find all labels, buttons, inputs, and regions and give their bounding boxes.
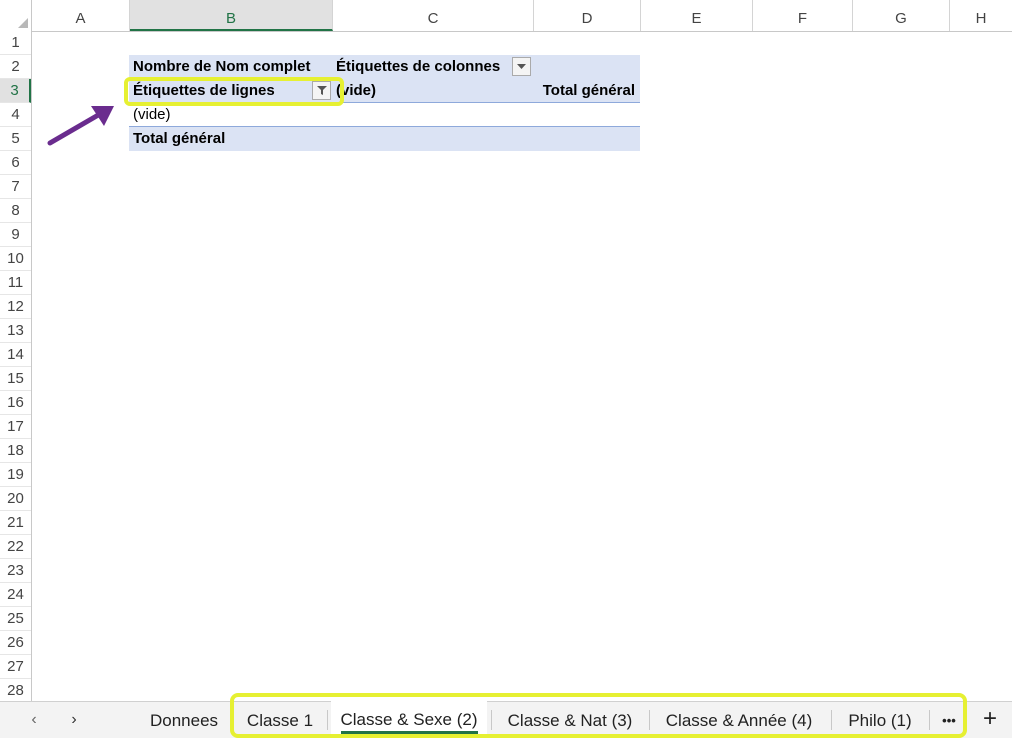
annotation-highlight-sheet-tabs — [230, 693, 967, 738]
row-header[interactable]: 28 — [0, 679, 31, 703]
row-header[interactable]: 17 — [0, 415, 31, 439]
row-header[interactable]: 5 — [0, 127, 31, 151]
row-header[interactable]: 27 — [0, 655, 31, 679]
column-header-e[interactable]: E — [641, 0, 753, 31]
row-header[interactable]: 20 — [0, 487, 31, 511]
pivot-header-row: Nombre de Nom complet Étiquettes de colo… — [129, 55, 640, 79]
row-header[interactable]: 15 — [0, 367, 31, 391]
row-header[interactable]: 6 — [0, 151, 31, 175]
pivot-total-row-label: Total général — [133, 130, 226, 147]
sheet-tab-donnees[interactable]: Donnees — [138, 702, 230, 738]
row-header[interactable]: 19 — [0, 463, 31, 487]
row-header[interactable]: 26 — [0, 631, 31, 655]
annotation-arrow-icon — [47, 106, 114, 146]
row-header[interactable]: 22 — [0, 535, 31, 559]
column-header-bar: A B C D E F G H — [0, 0, 1012, 32]
row-header[interactable]: 18 — [0, 439, 31, 463]
row-header[interactable]: 4 — [0, 103, 31, 127]
column-header-d[interactable]: D — [534, 0, 641, 31]
row-header[interactable]: 24 — [0, 583, 31, 607]
row-header[interactable]: 8 — [0, 199, 31, 223]
column-header-h[interactable]: H — [950, 0, 1012, 31]
next-sheet-button[interactable]: › — [62, 702, 86, 738]
pivot-value-field[interactable]: Nombre de Nom complet — [133, 55, 311, 79]
select-all-corner[interactable] — [0, 0, 32, 31]
column-header-f[interactable]: F — [753, 0, 853, 31]
row-header[interactable]: 9 — [0, 223, 31, 247]
row-header[interactable]: 25 — [0, 607, 31, 631]
pivot-column-labels[interactable]: Étiquettes de colonnes — [336, 55, 500, 79]
previous-sheet-button[interactable]: ‹ — [22, 702, 46, 738]
sheet-tab-label: Donnees — [149, 711, 219, 730]
chevron-down-icon — [517, 63, 526, 69]
row-header[interactable]: 7 — [0, 175, 31, 199]
row-header-bar: 1 2 3 4 5 6 7 8 9 10 11 12 13 14 15 16 1… — [0, 31, 32, 703]
column-header-c[interactable]: C — [333, 0, 534, 31]
row-header[interactable]: 14 — [0, 343, 31, 367]
row-header[interactable]: 3 — [0, 79, 31, 103]
pivot-row-item[interactable]: (vide) — [133, 103, 171, 127]
column-labels-dropdown-button[interactable] — [512, 57, 531, 76]
row-header[interactable]: 11 — [0, 271, 31, 295]
add-sheet-button[interactable]: + — [975, 702, 1005, 738]
row-header[interactable]: 12 — [0, 295, 31, 319]
row-header[interactable]: 1 — [0, 31, 31, 55]
annotation-highlight-row-labels — [124, 77, 344, 106]
row-header[interactable]: 2 — [0, 55, 31, 79]
row-header[interactable]: 16 — [0, 391, 31, 415]
row-header[interactable]: 13 — [0, 319, 31, 343]
pivot-data-row: (vide) — [129, 103, 640, 127]
pivot-total-col-header: Total général — [542, 82, 635, 99]
row-header[interactable]: 23 — [0, 559, 31, 583]
column-header-a[interactable]: A — [32, 0, 130, 31]
pivot-total-row: Total général — [129, 127, 640, 151]
column-header-b[interactable]: B — [130, 0, 333, 31]
column-header-g[interactable]: G — [853, 0, 950, 31]
row-header[interactable]: 21 — [0, 511, 31, 535]
row-header[interactable]: 10 — [0, 247, 31, 271]
